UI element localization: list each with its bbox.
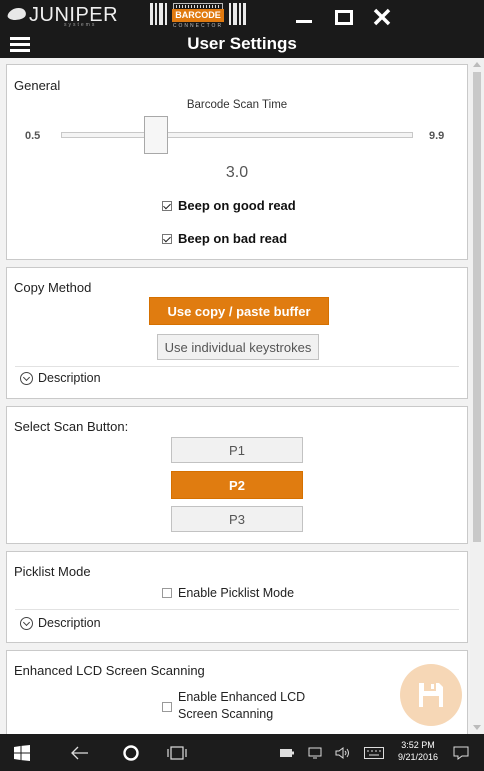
scan-time-value: 3.0 [225, 164, 249, 181]
settings-content[interactable]: General Barcode Scan Time 0.5 9.9 3.0 Be… [0, 58, 470, 734]
back-button[interactable] [66, 734, 96, 771]
divider [15, 609, 459, 610]
beep-good-read-label: Beep on good read [178, 198, 296, 213]
description-label: Description [38, 616, 101, 630]
task-view-icon [167, 746, 187, 760]
scan-button-p3[interactable]: P3 [171, 506, 303, 532]
juniper-swoosh-icon [6, 8, 28, 20]
volume-tray-button[interactable] [334, 734, 352, 771]
checkbox-unchecked-icon [162, 702, 172, 712]
enhanced-lcd-card: Enhanced LCD Screen Scanning Enable Enha… [6, 650, 468, 734]
scan-time-max: 9.9 [429, 130, 445, 142]
product-name: BARCODE [172, 9, 224, 22]
page-title: User Settings [187, 34, 297, 53]
beep-bad-read-checkbox[interactable]: Beep on bad read [162, 231, 287, 246]
battery-icon [280, 749, 294, 757]
picklist-mode-label: Enable Picklist Mode [178, 586, 295, 600]
touch-keyboard-icon [364, 747, 384, 759]
general-title: General [14, 78, 61, 93]
close-button[interactable] [362, 0, 402, 32]
cortana-button[interactable] [116, 734, 146, 771]
title-bar: JUNIPER systems BARCODE CONNECTOR [0, 0, 484, 32]
barcode-bars-left-icon [150, 3, 167, 25]
scan-button-card: Select Scan Button: P1 P2 P3 [6, 406, 468, 544]
battery-tray-button[interactable] [278, 734, 296, 771]
enhanced-lcd-label-line2: Screen Scanning [178, 707, 274, 721]
scroll-down-arrow-icon[interactable] [473, 725, 481, 730]
enhanced-lcd-title: Enhanced LCD Screen Scanning [14, 663, 205, 678]
windows-logo-icon [14, 745, 30, 761]
network-tray-button[interactable] [306, 734, 324, 771]
windows-taskbar: 3:52 PM 9/21/2016 [0, 734, 484, 771]
maximize-button[interactable] [322, 0, 362, 32]
scroll-thumb[interactable] [473, 72, 481, 542]
beep-bad-read-label: Beep on bad read [178, 231, 288, 246]
checkbox-checked-icon [162, 200, 172, 211]
scroll-up-arrow-icon[interactable] [473, 62, 481, 67]
vertical-scrollbar[interactable] [470, 58, 484, 734]
scan-time-slider-thumb[interactable] [144, 116, 169, 154]
picklist-title: Picklist Mode [14, 564, 91, 579]
beep-good-read-checkbox[interactable]: Beep on good read [162, 198, 296, 213]
copy-method-title: Copy Method [14, 280, 92, 295]
scan-button-p1[interactable]: P1 [171, 437, 303, 463]
save-button[interactable] [400, 664, 462, 726]
enhanced-lcd-checkbox[interactable]: Enable Enhanced LCD Screen Scanning [162, 689, 305, 723]
general-card: General Barcode Scan Time 0.5 9.9 3.0 Be… [6, 64, 468, 260]
scan-button-p2[interactable]: P2 [171, 471, 303, 499]
task-view-button[interactable] [162, 734, 192, 771]
back-arrow-icon [71, 746, 88, 760]
save-floppy-icon [419, 683, 443, 707]
notification-icon [453, 746, 469, 760]
individual-keystrokes-button[interactable]: Use individual keystrokes [157, 334, 319, 360]
enhanced-lcd-label-line1: Enable Enhanced LCD [178, 690, 306, 704]
scan-time-min: 0.5 [25, 130, 41, 142]
picklist-description-toggle[interactable]: Description [20, 616, 101, 630]
minimize-button[interactable] [282, 0, 322, 32]
product-subtitle: CONNECTOR [172, 23, 224, 29]
app-header: User Settings [0, 32, 484, 58]
copy-method-description-toggle[interactable]: Description [20, 371, 101, 385]
chevron-down-circle-icon [20, 616, 33, 630]
close-icon [373, 8, 391, 26]
brand-subtitle: systems [64, 22, 97, 28]
scan-time-label: Barcode Scan Time [186, 99, 288, 111]
system-clock[interactable]: 3:52 PM 9/21/2016 [398, 739, 438, 763]
checkbox-checked-icon [162, 233, 172, 244]
picklist-card: Picklist Mode Enable Picklist Mode Descr… [6, 551, 468, 643]
description-label: Description [38, 371, 101, 385]
picklist-mode-checkbox[interactable]: Enable Picklist Mode [162, 586, 294, 600]
clock-date: 9/21/2016 [398, 752, 439, 762]
clock-time: 3:52 PM [401, 740, 435, 750]
scan-button-title: Select Scan Button: [14, 419, 129, 434]
barcode-connector-logo: BARCODE CONNECTOR [150, 1, 246, 31]
divider [15, 366, 459, 367]
volume-icon [335, 747, 349, 759]
network-icon [308, 747, 322, 759]
cortana-circle-icon [123, 745, 139, 761]
checkbox-unchecked-icon [162, 588, 172, 598]
scan-time-slider-track[interactable] [61, 132, 413, 138]
chevron-down-circle-icon [20, 371, 33, 385]
barcode-bars-right-icon [229, 3, 246, 25]
copy-paste-buffer-button[interactable]: Use copy / paste buffer [149, 297, 329, 325]
copy-method-card: Copy Method Use copy / paste buffer Use … [6, 267, 468, 399]
action-center-button[interactable] [450, 734, 472, 771]
start-button[interactable] [10, 734, 40, 771]
keyboard-tray-button[interactable] [362, 734, 386, 771]
